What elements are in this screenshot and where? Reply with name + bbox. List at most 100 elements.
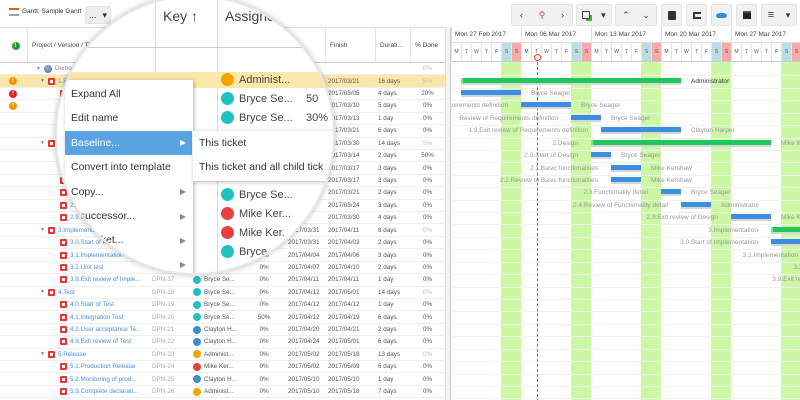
bar-assignee-label: Mike Kershaw (781, 139, 800, 147)
task-bar[interactable] (591, 152, 611, 158)
menu-item-label: Convert into template (71, 161, 171, 174)
expand-toggle-icon[interactable]: ▼ (36, 66, 41, 72)
submenu-item[interactable]: This ticket and all child tick (199, 161, 323, 173)
context-menu-item[interactable]: PV... ▶ (65, 253, 192, 273)
context-menu-item[interactable]: Edit name (65, 106, 192, 130)
calendar-button[interactable] (736, 4, 757, 26)
outdent-button[interactable] (686, 4, 707, 26)
ticket-name-link[interactable]: 4.0.Start of Test (70, 301, 114, 308)
ticket-name-link[interactable]: 5.1.Production Release (70, 363, 135, 370)
jira-sync-button[interactable] (711, 4, 732, 26)
gantt-row-line (451, 373, 800, 375)
avatar (193, 387, 201, 396)
lens-header-assignee[interactable]: Assignee (225, 8, 283, 24)
table-row[interactable]: 4.0.Start of Test DPN-19 Bryce Se... 0% 2017… (0, 299, 445, 312)
avatar (193, 350, 201, 359)
ticket-name-link[interactable]: 5.2.Monitoring of prod... (70, 376, 137, 383)
expand-toggle-icon[interactable]: ▼ (40, 227, 45, 233)
today-marker-button[interactable]: ⚲ (539, 10, 546, 21)
ticket-icon (60, 375, 67, 383)
table-row[interactable]: 5.9.Complete declarati... DPN-26 Administ.… (0, 386, 445, 399)
table-row[interactable]: ▼ 5.Release DPN-23 Administ... 0% 2017/05/02 2… (0, 349, 445, 362)
ticket-name-link[interactable]: 4.1.Integration Test (70, 314, 123, 321)
more-menu-button[interactable]: ≡ ▾ (761, 4, 797, 26)
table-row[interactable]: 5.2.Monitoring of prod... DPN-25 Clayton H… (0, 374, 445, 386)
table-row[interactable]: 4.2.User acceptance Te... DPN-21 Clayton H… (0, 324, 445, 337)
table-row[interactable]: 3.9.Exit review of Imple... DPN-17 Bryce S… (0, 274, 445, 287)
summary-bar[interactable] (771, 226, 800, 232)
finish-cell: 2017/03/10 (328, 102, 360, 110)
done-cell: 0% (422, 388, 433, 396)
lens-header-key[interactable]: Key ↑ (163, 8, 198, 24)
context-menu-item[interactable]: d successor... ▶ (65, 204, 192, 228)
context-menu-item[interactable]: Baseline... ▶ (65, 130, 192, 155)
day-header: M (591, 43, 601, 62)
ticket-name-link[interactable]: 4.2.User acceptance Te... (70, 326, 141, 333)
prev-button[interactable]: ‹ (520, 10, 523, 20)
task-bar[interactable] (681, 201, 711, 207)
task-bar[interactable] (661, 189, 681, 195)
submenu-item[interactable]: This ticket (199, 137, 246, 149)
submenu-arrow-icon: ▶ (179, 187, 186, 197)
task-bar[interactable] (771, 239, 800, 245)
progress-cell: 0% (259, 388, 269, 396)
bar-assignee-label: Mike Kershaw (651, 176, 692, 184)
task-bar[interactable] (601, 127, 681, 133)
finish-cell: 2017/04/11 (328, 226, 360, 234)
menu-item-label: d successor... (71, 210, 136, 222)
task-bar[interactable] (611, 164, 641, 170)
task-bar[interactable] (571, 114, 601, 120)
gantt-row-line (451, 187, 800, 189)
table-row[interactable]: 5.1.Production Release DPN-24 Mike Ker... 0… (0, 361, 445, 374)
duration-cell: 5 days (378, 102, 397, 110)
ticket-name-link[interactable]: 4.Test (58, 289, 75, 296)
ticket-name-link[interactable]: 4.9.Exit review of Test (70, 338, 131, 345)
expand-down-button[interactable]: ⌄ (642, 10, 650, 21)
expand-toggle-icon[interactable]: ▼ (40, 351, 45, 357)
lens-assignee: Bryce Se... (239, 111, 293, 124)
expand-toggle-icon[interactable]: ▼ (40, 289, 45, 295)
context-menu-item[interactable]: hild ticket... ▶ (65, 228, 192, 252)
summary-bar[interactable] (591, 139, 771, 145)
ticket-name-link[interactable]: 3.9.Exit review of Imple... (70, 276, 140, 283)
table-row[interactable]: 4.9.Exit review of Test DPN-22 Clayton H..… (0, 336, 445, 349)
next-button[interactable]: › (561, 10, 564, 20)
indent-button[interactable] (661, 4, 682, 26)
menu-item-label: Edit name (71, 112, 119, 125)
gantt-row-line (451, 149, 800, 151)
ticket-name-link[interactable]: 5.9.Complete declarati... (70, 388, 138, 395)
ticket-name-link[interactable]: 5.Release (58, 351, 86, 358)
context-menu-item[interactable]: Copy... ▶ (65, 180, 192, 204)
bar-task-label: 2.4.Review of Functionality detail (572, 201, 668, 209)
summary-bar[interactable] (461, 77, 681, 83)
task-bar[interactable] (461, 90, 521, 96)
table-row[interactable]: 4.1.Integration Test DPN-20 Bryce Se... 50%… (0, 311, 445, 324)
finish-cell: 2017/04/19 (328, 313, 360, 321)
avatar (221, 92, 234, 105)
table-row[interactable]: ▼ 4.Test DPN-18 Bryce Se... 0% 2017/04/12 2017… (0, 287, 445, 299)
assignee-cell: Mike Ker... (193, 361, 243, 372)
header-done[interactable]: % Done (410, 28, 445, 63)
add-ticket-button[interactable]: ▾ (576, 4, 612, 26)
context-menu-item[interactable]: Convert into template (65, 155, 192, 179)
magnifier-lens: Key ↑ Assignee Administ... Bryce Se... 50 Bry… (55, 0, 335, 275)
avatar (221, 188, 234, 201)
ticket-icon (47, 77, 55, 85)
duration-cell: 3 days (378, 164, 397, 172)
task-bar[interactable] (521, 102, 571, 108)
progress-cell: 0% (259, 326, 269, 334)
expand-toggle-icon[interactable]: ▼ (40, 140, 45, 146)
duration-cell: 7 days (378, 388, 397, 396)
task-bar[interactable] (731, 214, 771, 220)
hamburger-icon: ≡ (767, 9, 775, 21)
duration-cell: 1 day (378, 114, 394, 122)
collapse-up-button[interactable]: ⌃ (622, 10, 630, 21)
done-cell: 0% (422, 350, 433, 358)
context-menu-item[interactable]: Expand All (65, 82, 192, 106)
bar-task-label: Requirements definition (451, 102, 508, 110)
duration-cell: 3 days (378, 251, 397, 259)
task-bar[interactable] (611, 176, 641, 182)
header-duration[interactable]: Durati... (375, 28, 410, 63)
expand-toggle-icon[interactable]: ▼ (40, 78, 45, 84)
bar-task-label: 2.3.Functionality detail (583, 189, 648, 197)
